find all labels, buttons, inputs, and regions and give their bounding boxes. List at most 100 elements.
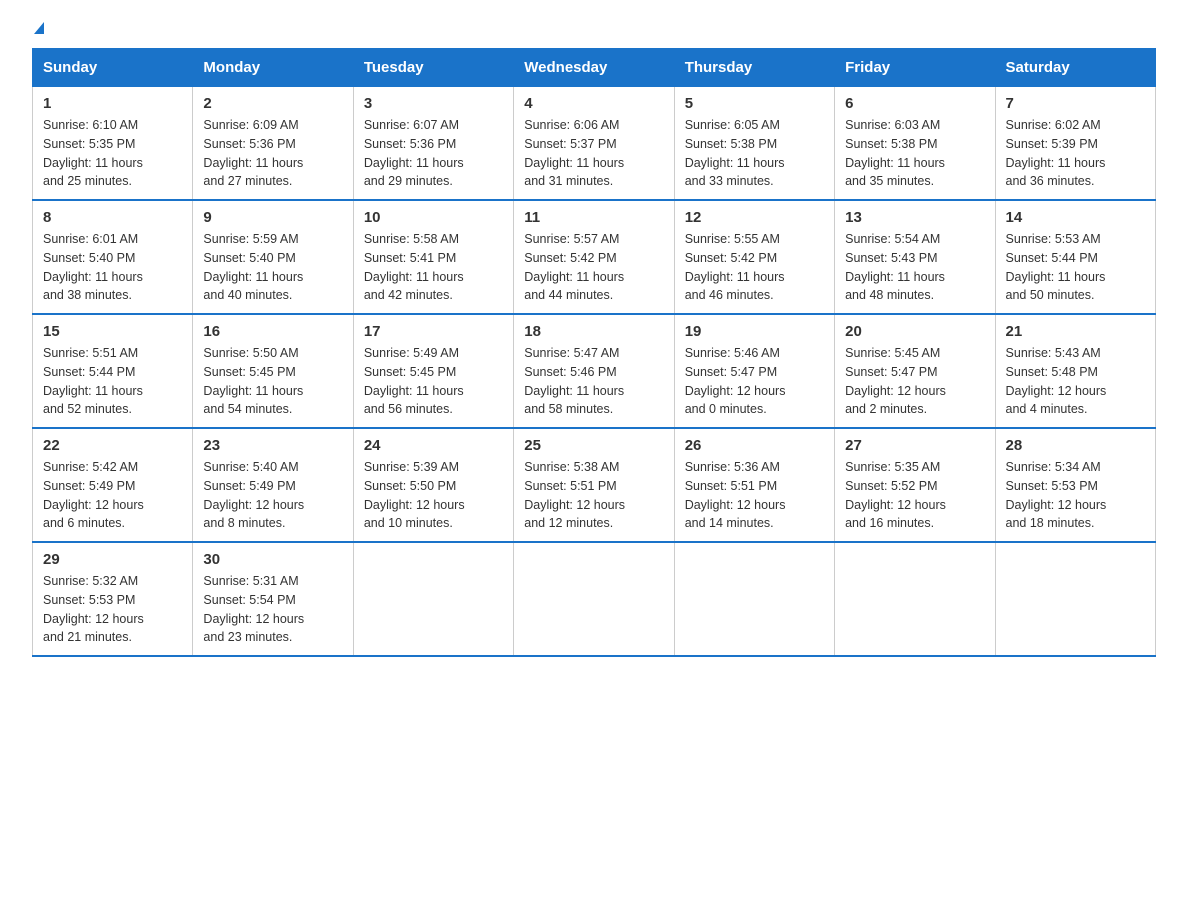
day-info: Sunrise: 5:51 AMSunset: 5:44 PMDaylight:… xyxy=(43,344,182,419)
day-number: 16 xyxy=(203,323,342,340)
calendar-day-cell: 25 Sunrise: 5:38 AMSunset: 5:51 PMDayligh… xyxy=(514,428,674,542)
day-number: 10 xyxy=(364,209,503,226)
day-number: 2 xyxy=(203,95,342,112)
day-number: 14 xyxy=(1006,209,1145,226)
day-info: Sunrise: 5:35 AMSunset: 5:52 PMDaylight:… xyxy=(845,458,984,533)
day-number: 7 xyxy=(1006,95,1145,112)
calendar-day-cell: 18 Sunrise: 5:47 AMSunset: 5:46 PMDayligh… xyxy=(514,314,674,428)
day-of-week-header: Sunday xyxy=(33,49,193,87)
calendar-day-cell: 12 Sunrise: 5:55 AMSunset: 5:42 PMDayligh… xyxy=(674,200,834,314)
day-number: 17 xyxy=(364,323,503,340)
day-info: Sunrise: 5:50 AMSunset: 5:45 PMDaylight:… xyxy=(203,344,342,419)
day-info: Sunrise: 5:54 AMSunset: 5:43 PMDaylight:… xyxy=(845,230,984,305)
day-info: Sunrise: 5:59 AMSunset: 5:40 PMDaylight:… xyxy=(203,230,342,305)
day-info: Sunrise: 5:55 AMSunset: 5:42 PMDaylight:… xyxy=(685,230,824,305)
calendar-day-cell: 8Sunrise: 6:01 AMSunset: 5:40 PMDaylight… xyxy=(33,200,193,314)
day-number: 24 xyxy=(364,437,503,454)
day-number: 18 xyxy=(524,323,663,340)
day-info: Sunrise: 5:46 AMSunset: 5:47 PMDaylight:… xyxy=(685,344,824,419)
day-info: Sunrise: 6:10 AMSunset: 5:35 PMDaylight:… xyxy=(43,116,182,191)
day-number: 9 xyxy=(203,209,342,226)
calendar-day-cell: 24 Sunrise: 5:39 AMSunset: 5:50 PMDayligh… xyxy=(353,428,513,542)
day-info: Sunrise: 5:43 AMSunset: 5:48 PMDaylight:… xyxy=(1006,344,1145,419)
day-info: Sunrise: 6:03 AMSunset: 5:38 PMDaylight:… xyxy=(845,116,984,191)
day-of-week-header: Saturday xyxy=(995,49,1155,87)
page-header xyxy=(32,24,1156,36)
calendar-week-row: 1 Sunrise: 6:10 AMSunset: 5:35 PMDaylight… xyxy=(33,87,1156,201)
day-number: 6 xyxy=(845,95,984,112)
day-number: 23 xyxy=(203,437,342,454)
calendar-day-cell xyxy=(514,542,674,656)
calendar-day-cell xyxy=(353,542,513,656)
day-number: 20 xyxy=(845,323,984,340)
calendar-day-cell: 2 Sunrise: 6:09 AMSunset: 5:36 PMDaylight… xyxy=(193,87,353,201)
calendar-day-cell: 11 Sunrise: 5:57 AMSunset: 5:42 PMDayligh… xyxy=(514,200,674,314)
day-of-week-header: Monday xyxy=(193,49,353,87)
day-number: 19 xyxy=(685,323,824,340)
day-info: Sunrise: 5:49 AMSunset: 5:45 PMDaylight:… xyxy=(364,344,503,419)
calendar-day-cell: 10 Sunrise: 5:58 AMSunset: 5:41 PMDayligh… xyxy=(353,200,513,314)
calendar-day-cell: 5 Sunrise: 6:05 AMSunset: 5:38 PMDaylight… xyxy=(674,87,834,201)
day-number: 22 xyxy=(43,437,182,454)
day-number: 30 xyxy=(203,551,342,568)
calendar-week-row: 22Sunrise: 5:42 AMSunset: 5:49 PMDayligh… xyxy=(33,428,1156,542)
calendar-day-cell: 27 Sunrise: 5:35 AMSunset: 5:52 PMDayligh… xyxy=(835,428,995,542)
calendar-table: SundayMondayTuesdayWednesdayThursdayFrid… xyxy=(32,48,1156,657)
day-of-week-header: Wednesday xyxy=(514,49,674,87)
day-info: Sunrise: 5:45 AMSunset: 5:47 PMDaylight:… xyxy=(845,344,984,419)
calendar-day-cell: 29 Sunrise: 5:32 AMSunset: 5:53 PMDayligh… xyxy=(33,542,193,656)
day-of-week-header: Tuesday xyxy=(353,49,513,87)
day-info: Sunrise: 5:58 AMSunset: 5:41 PMDaylight:… xyxy=(364,230,503,305)
calendar-week-row: 15 Sunrise: 5:51 AMSunset: 5:44 PMDayligh… xyxy=(33,314,1156,428)
day-number: 27 xyxy=(845,437,984,454)
day-info: Sunrise: 6:02 AMSunset: 5:39 PMDaylight:… xyxy=(1006,116,1145,191)
day-info: Sunrise: 5:36 AMSunset: 5:51 PMDaylight:… xyxy=(685,458,824,533)
calendar-day-cell: 7 Sunrise: 6:02 AMSunset: 5:39 PMDaylight… xyxy=(995,87,1155,201)
day-info: Sunrise: 5:34 AMSunset: 5:53 PMDaylight:… xyxy=(1006,458,1145,533)
day-info: Sunrise: 5:40 AMSunset: 5:49 PMDaylight:… xyxy=(203,458,342,533)
day-number: 4 xyxy=(524,95,663,112)
calendar-week-row: 29 Sunrise: 5:32 AMSunset: 5:53 PMDayligh… xyxy=(33,542,1156,656)
day-info: Sunrise: 5:57 AMSunset: 5:42 PMDaylight:… xyxy=(524,230,663,305)
calendar-day-cell: 26 Sunrise: 5:36 AMSunset: 5:51 PMDayligh… xyxy=(674,428,834,542)
calendar-day-cell: 21 Sunrise: 5:43 AMSunset: 5:48 PMDayligh… xyxy=(995,314,1155,428)
day-number: 1 xyxy=(43,95,182,112)
day-info: Sunrise: 6:05 AMSunset: 5:38 PMDaylight:… xyxy=(685,116,824,191)
calendar-day-cell: 6 Sunrise: 6:03 AMSunset: 5:38 PMDaylight… xyxy=(835,87,995,201)
day-number: 3 xyxy=(364,95,503,112)
day-info: Sunrise: 5:32 AMSunset: 5:53 PMDaylight:… xyxy=(43,572,182,647)
day-info: Sunrise: 5:39 AMSunset: 5:50 PMDaylight:… xyxy=(364,458,503,533)
day-number: 29 xyxy=(43,551,182,568)
calendar-week-row: 8Sunrise: 6:01 AMSunset: 5:40 PMDaylight… xyxy=(33,200,1156,314)
day-info: Sunrise: 6:01 AMSunset: 5:40 PMDaylight:… xyxy=(43,230,182,305)
day-number: 15 xyxy=(43,323,182,340)
calendar-day-cell: 30Sunrise: 5:31 AMSunset: 5:54 PMDayligh… xyxy=(193,542,353,656)
calendar-day-cell: 13 Sunrise: 5:54 AMSunset: 5:43 PMDayligh… xyxy=(835,200,995,314)
calendar-day-cell: 4 Sunrise: 6:06 AMSunset: 5:37 PMDaylight… xyxy=(514,87,674,201)
day-info: Sunrise: 5:53 AMSunset: 5:44 PMDaylight:… xyxy=(1006,230,1145,305)
day-of-week-header: Friday xyxy=(835,49,995,87)
calendar-day-cell: 9 Sunrise: 5:59 AMSunset: 5:40 PMDaylight… xyxy=(193,200,353,314)
day-number: 25 xyxy=(524,437,663,454)
calendar-day-cell: 23 Sunrise: 5:40 AMSunset: 5:49 PMDayligh… xyxy=(193,428,353,542)
day-number: 13 xyxy=(845,209,984,226)
calendar-day-cell: 17 Sunrise: 5:49 AMSunset: 5:45 PMDayligh… xyxy=(353,314,513,428)
calendar-day-cell: 20 Sunrise: 5:45 AMSunset: 5:47 PMDayligh… xyxy=(835,314,995,428)
day-number: 11 xyxy=(524,209,663,226)
calendar-day-cell: 15 Sunrise: 5:51 AMSunset: 5:44 PMDayligh… xyxy=(33,314,193,428)
day-info: Sunrise: 6:06 AMSunset: 5:37 PMDaylight:… xyxy=(524,116,663,191)
calendar-day-cell: 16 Sunrise: 5:50 AMSunset: 5:45 PMDayligh… xyxy=(193,314,353,428)
day-number: 5 xyxy=(685,95,824,112)
calendar-day-cell: 28Sunrise: 5:34 AMSunset: 5:53 PMDayligh… xyxy=(995,428,1155,542)
logo-arrow-icon xyxy=(34,22,44,34)
calendar-day-cell: 19 Sunrise: 5:46 AMSunset: 5:47 PMDayligh… xyxy=(674,314,834,428)
day-number: 26 xyxy=(685,437,824,454)
calendar-header-row: SundayMondayTuesdayWednesdayThursdayFrid… xyxy=(33,49,1156,87)
day-info: Sunrise: 5:38 AMSunset: 5:51 PMDaylight:… xyxy=(524,458,663,533)
day-info: Sunrise: 5:47 AMSunset: 5:46 PMDaylight:… xyxy=(524,344,663,419)
calendar-day-cell: 3Sunrise: 6:07 AMSunset: 5:36 PMDaylight… xyxy=(353,87,513,201)
day-info: Sunrise: 6:09 AMSunset: 5:36 PMDaylight:… xyxy=(203,116,342,191)
calendar-day-cell xyxy=(674,542,834,656)
day-number: 21 xyxy=(1006,323,1145,340)
day-number: 12 xyxy=(685,209,824,226)
